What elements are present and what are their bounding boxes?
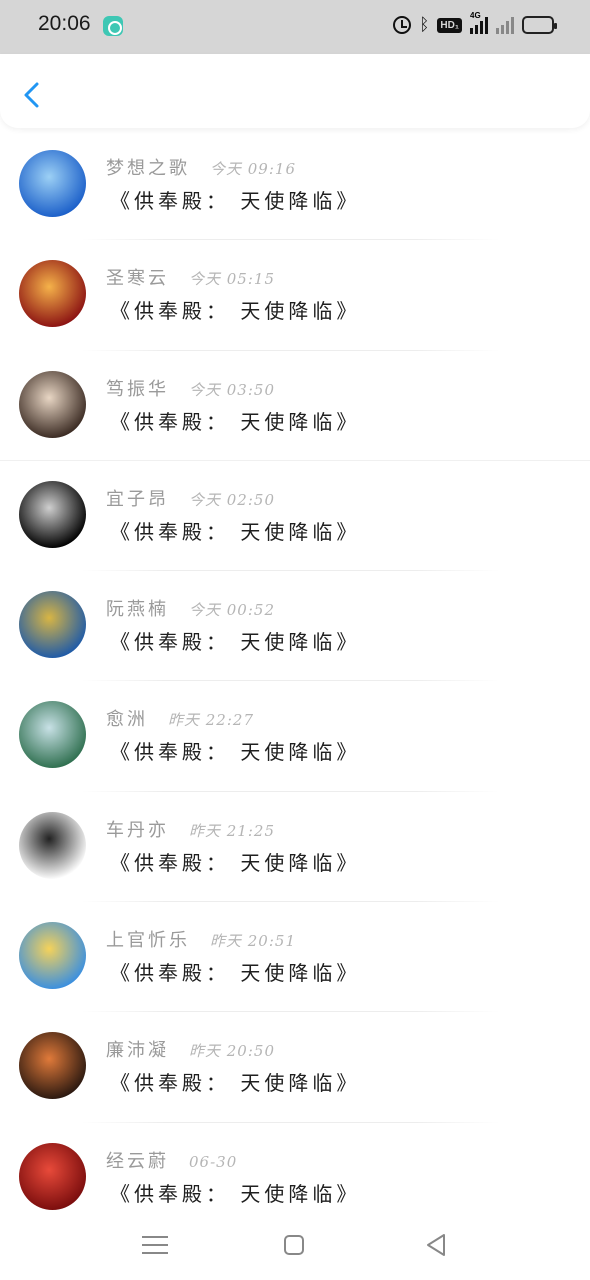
- sender-name: 笃振华: [106, 378, 169, 400]
- home-icon[interactable]: [284, 1235, 304, 1255]
- list-item[interactable]: 车丹亦 昨天 21:25 《供奉殿： 天使降临》: [0, 792, 590, 903]
- message-time: 今天 05:15: [189, 270, 275, 289]
- message-meta: 宜子昂 今天 02:50: [106, 485, 275, 511]
- avatar[interactable]: [19, 370, 86, 438]
- list-item[interactable]: 阮燕楠 今天 00:52 《供奉殿： 天使降临》: [0, 571, 590, 682]
- list-item[interactable]: 圣寒云 今天 05:15 《供奉殿： 天使降临》: [0, 240, 590, 351]
- hd-icon: HD₁: [437, 17, 462, 33]
- status-icons: ᛒ HD₁ 4G: [393, 11, 557, 35]
- sender-name: 阮燕楠: [106, 599, 169, 621]
- message-text: 《供奉殿： 天使降临》: [110, 299, 361, 324]
- message-meta: 阮燕楠 今天 00:52: [106, 595, 275, 621]
- message-text: 《供奉殿： 天使降临》: [110, 630, 361, 655]
- sender-name: 愈洲: [106, 709, 148, 731]
- message-meta: 圣寒云 今天 05:15: [106, 264, 275, 290]
- message-meta: 车丹亦 昨天 21:25: [106, 816, 275, 842]
- chevron-left-icon: [24, 82, 39, 108]
- message-text: 《供奉殿： 天使降临》: [110, 519, 361, 544]
- sender-name: 车丹亦: [106, 819, 169, 841]
- sender-name: 圣寒云: [106, 268, 169, 290]
- message-meta: 上官忻乐 昨天 20:51: [106, 926, 296, 952]
- avatar[interactable]: [19, 260, 86, 328]
- avatar[interactable]: [19, 811, 86, 879]
- chat-app-icon: [103, 16, 123, 36]
- message-meta: 愈洲 昨天 22:27: [106, 705, 254, 731]
- list-item[interactable]: 宜子昂 今天 02:50 《供奉殿： 天使降临》: [0, 461, 590, 572]
- bluetooth-icon: ᛒ: [419, 15, 430, 35]
- list-item[interactable]: 笃振华 今天 03:50 《供奉殿： 天使降临》: [0, 351, 590, 461]
- back-button[interactable]: [18, 78, 48, 112]
- message-text: 《供奉殿： 天使降临》: [110, 1181, 361, 1206]
- message-time: 昨天 20:51: [210, 932, 296, 951]
- message-meta: 梦想之歌 今天 09:16: [106, 154, 296, 180]
- signal-icon: [496, 16, 514, 34]
- sender-name: 经云蔚: [106, 1150, 169, 1172]
- message-meta: 廉沛凝 昨天 20:50: [106, 1036, 275, 1062]
- header: [0, 54, 590, 128]
- message-time: 今天 00:52: [189, 601, 275, 620]
- message-time: 今天 09:16: [210, 160, 296, 178]
- avatar[interactable]: [19, 591, 86, 659]
- sender-name: 宜子昂: [106, 488, 169, 510]
- avatar[interactable]: [19, 150, 86, 217]
- status-time: 20:06: [38, 12, 91, 35]
- message-meta: 笃振华 今天 03:50: [106, 375, 275, 401]
- message-time: 昨天 22:27: [168, 711, 254, 730]
- message-time: 今天 03:50: [189, 380, 275, 399]
- message-time: 今天 02:50: [189, 490, 275, 509]
- signal-4g-icon: 4G: [470, 11, 488, 34]
- status-bar: 20:06 ᛒ HD₁ 4G: [0, 0, 590, 54]
- sender-name: 上官忻乐: [106, 930, 190, 952]
- menu-icon[interactable]: [142, 1232, 168, 1258]
- message-text: 《供奉殿： 天使降临》: [110, 1071, 361, 1096]
- back-triangle-icon[interactable]: [424, 1232, 450, 1258]
- message-meta: 经云蔚 06-30: [106, 1147, 237, 1173]
- message-text: 《供奉殿： 天使降临》: [110, 189, 361, 213]
- avatar[interactable]: [19, 480, 86, 548]
- avatar[interactable]: [19, 1032, 86, 1100]
- sender-name: 梦想之歌: [106, 158, 190, 179]
- message-text: 《供奉殿： 天使降临》: [110, 740, 361, 765]
- list-item[interactable]: 梦想之歌 今天 09:16 《供奉殿： 天使降临》: [0, 130, 590, 241]
- list-item[interactable]: 愈洲 昨天 22:27 《供奉殿： 天使降临》: [0, 681, 590, 792]
- message-list: 梦想之歌 今天 09:16 《供奉殿： 天使降临》 圣寒云 今天 05:15 《供奉殿： …: [0, 130, 590, 1233]
- message-time: 06-30: [189, 1152, 238, 1171]
- message-text: 《供奉殿： 天使降临》: [110, 961, 361, 986]
- list-item[interactable]: 廉沛凝 昨天 20:50 《供奉殿： 天使降临》: [0, 1012, 590, 1123]
- message-text: 《供奉殿： 天使降临》: [110, 409, 361, 434]
- message-time: 昨天 21:25: [189, 821, 275, 840]
- navigation-bar: [0, 1212, 590, 1280]
- avatar[interactable]: [19, 1142, 86, 1210]
- battery-icon: [522, 16, 557, 34]
- alarm-icon: [393, 16, 412, 34]
- list-item[interactable]: 上官忻乐 昨天 20:51 《供奉殿： 天使降临》: [0, 902, 590, 1013]
- avatar[interactable]: [19, 922, 86, 990]
- sender-name: 廉沛凝: [106, 1040, 169, 1062]
- message-time: 昨天 20:50: [189, 1042, 275, 1061]
- avatar[interactable]: [19, 701, 86, 769]
- message-text: 《供奉殿： 天使降临》: [110, 850, 361, 875]
